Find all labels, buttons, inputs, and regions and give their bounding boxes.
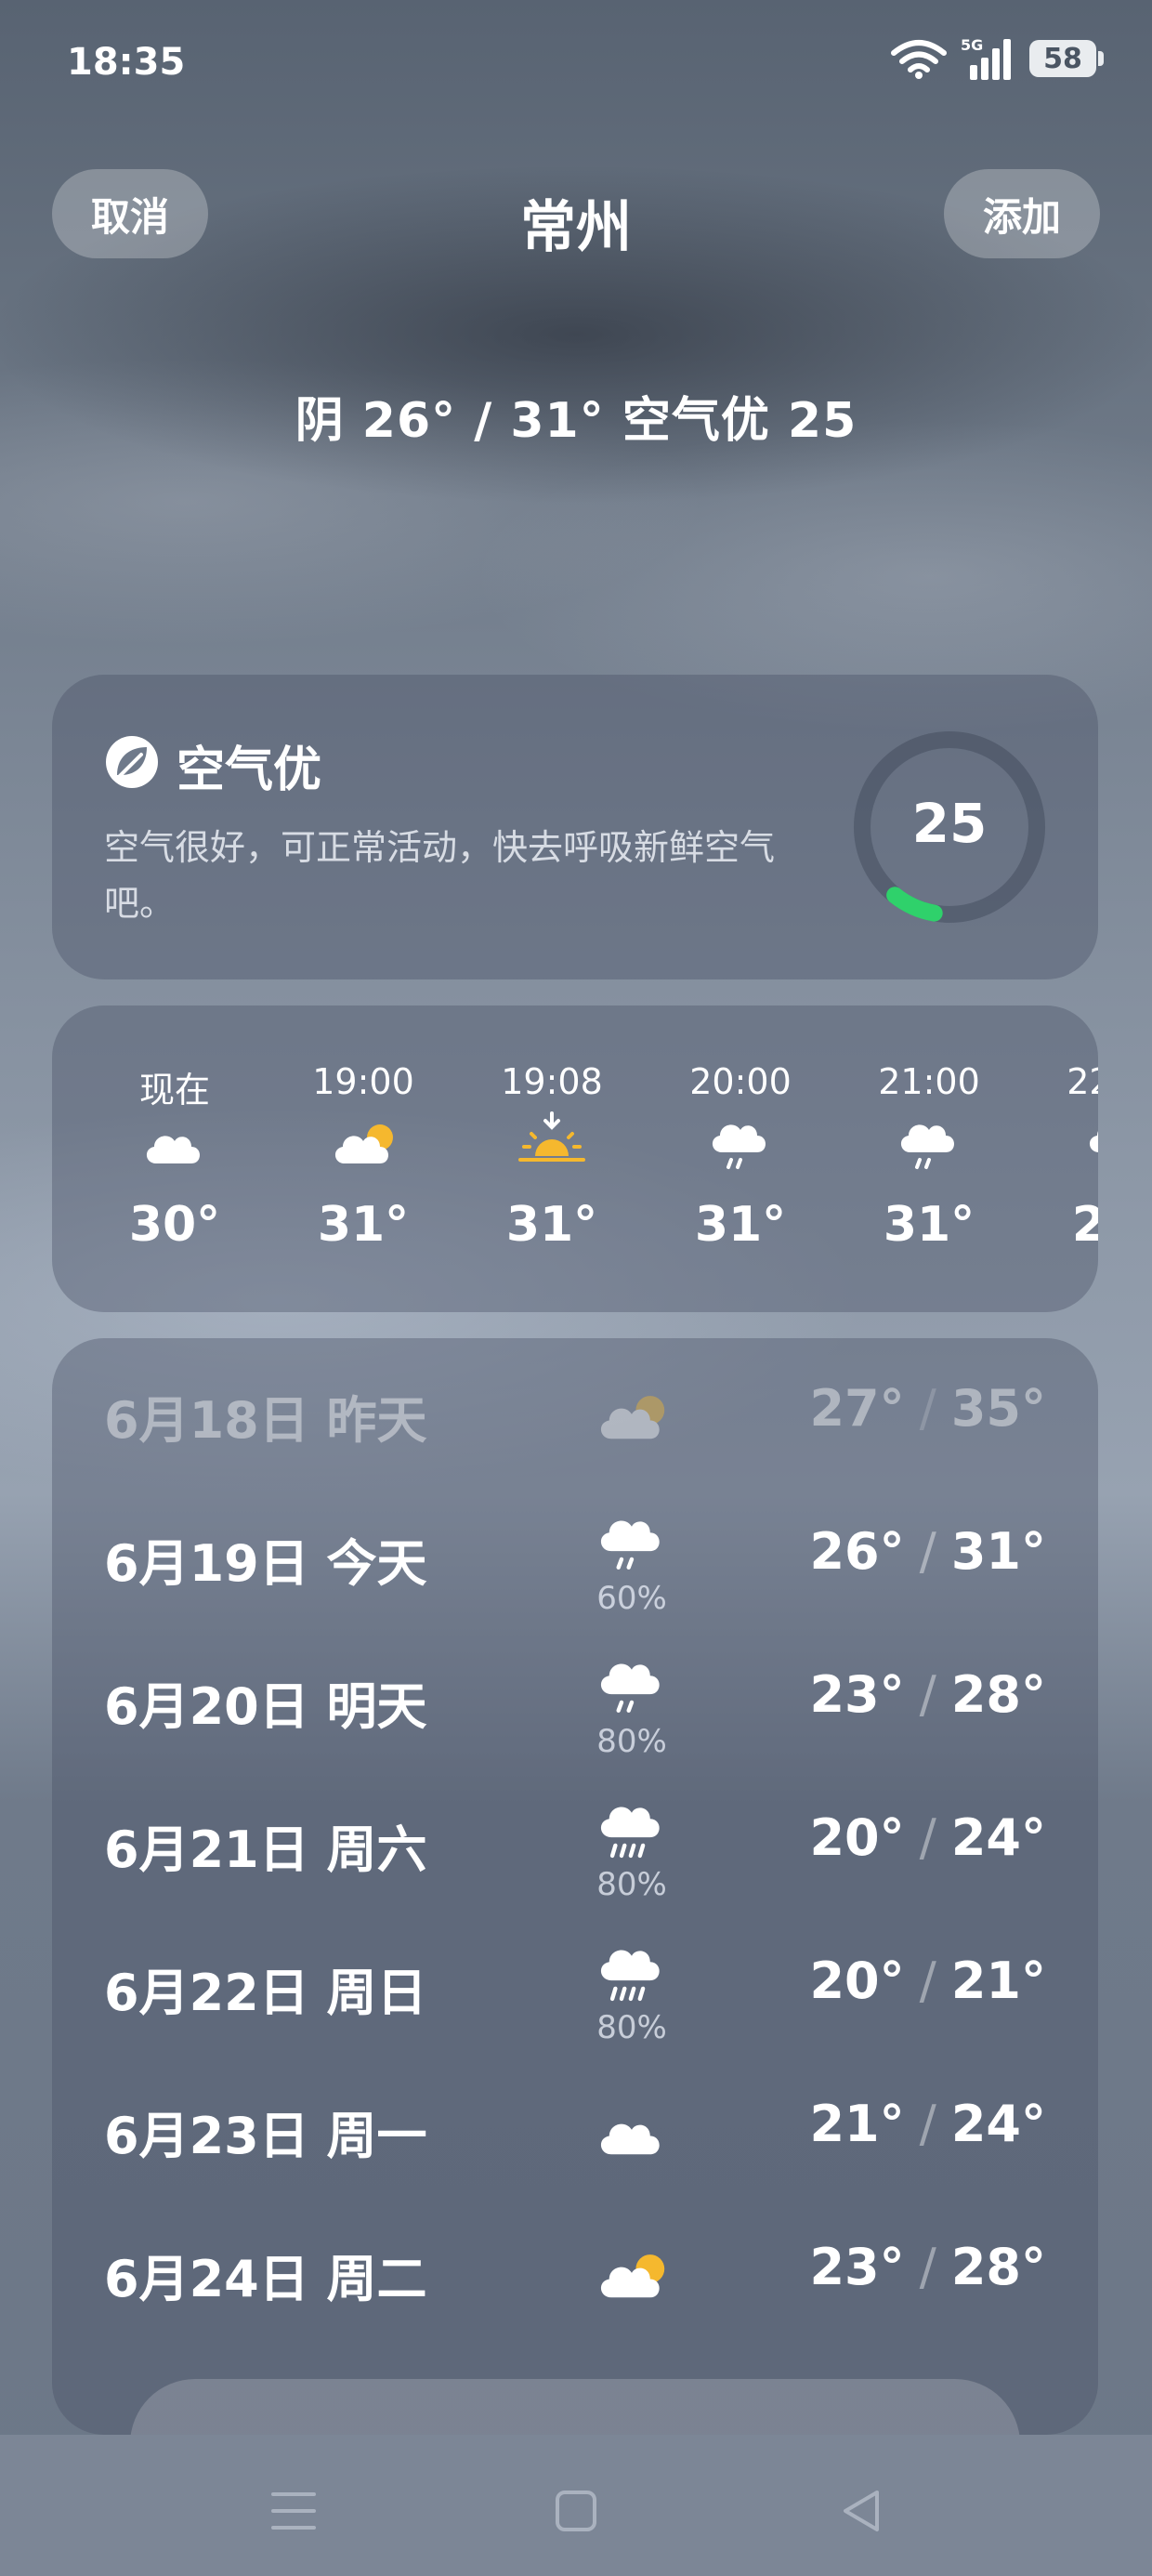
cloudy-icon	[591, 2095, 673, 2167]
hour-time: 21:00	[878, 1061, 980, 1102]
daily-forecast[interactable]: 6月18日 昨天 27°/35° 6月19日 今天 60% 26°/31° 6月20日 明…	[52, 1338, 1098, 2435]
hour-temp: 31°	[317, 1197, 410, 1253]
temp-separator: /	[919, 2238, 936, 2296]
temp-separator: /	[919, 1952, 936, 2010]
low-temp: 21°	[809, 2095, 905, 2153]
daily-row[interactable]: 6月21日 周六 80% 20°/24°	[52, 1773, 1098, 1912]
day-temps: 23°/28°	[809, 2238, 1046, 2296]
menu-icon[interactable]	[266, 2483, 321, 2539]
hour-temp: 31°	[883, 1197, 975, 1253]
status-time: 18:35	[67, 41, 186, 84]
signal-icon: 5G	[961, 37, 1011, 80]
leaf-icon	[106, 736, 158, 788]
cloudy-icon	[137, 1110, 212, 1175]
hour-time: 现在	[138, 1070, 210, 1111]
high-temp: 31°	[950, 1522, 1046, 1581]
hour-time: 20:00	[689, 1061, 792, 1102]
day-date: 6月18日 昨天	[104, 1391, 427, 1450]
hour-time: 19:08	[501, 1061, 603, 1102]
precip-chance: 60%	[596, 1580, 667, 1617]
partly-cloudy-icon	[591, 2238, 673, 2310]
light-rain-icon	[591, 1647, 673, 1719]
low-temp: 27°	[809, 1379, 905, 1438]
day-temps: 23°/28°	[809, 1665, 1046, 1724]
light-rain-icon	[1080, 1110, 1098, 1175]
precip-chance: 80%	[596, 1866, 667, 1903]
low-temp: 26°	[809, 1522, 905, 1581]
light-rain-icon	[892, 1110, 966, 1175]
low-temp: 23°	[809, 2238, 905, 2296]
air-quality-description: 空气很好，可正常活动，快去呼吸新鲜空气吧。	[104, 827, 776, 924]
daily-row[interactable]: 6月24日 周二 23°/28°	[52, 2202, 1098, 2342]
aqi-gauge-fill	[886, 887, 943, 922]
light-rain-icon	[591, 1504, 673, 1576]
low-temp: 20°	[809, 1952, 905, 2010]
air-quality-title: 空气优	[177, 743, 322, 798]
daily-row[interactable]: 6月18日 昨天 27°/35°	[52, 1344, 1098, 1483]
wifi-icon	[891, 40, 947, 79]
hour-temp: 30°	[128, 1197, 221, 1253]
aqi-value: 25	[911, 792, 988, 855]
temp-separator: /	[919, 1665, 936, 1724]
high-temp: 24°	[950, 2095, 1046, 2153]
precip-chance: 80%	[596, 2009, 667, 2046]
battery-level: 58	[1043, 42, 1082, 75]
temp-separator: /	[919, 1808, 936, 1867]
day-date: 6月24日 周二	[104, 2250, 427, 2308]
hour-temp: 31°	[505, 1197, 598, 1253]
battery-icon: 58	[1029, 40, 1104, 77]
daily-row[interactable]: 6月19日 今天 60% 26°/31°	[52, 1487, 1098, 1626]
partly-cloudy-icon	[326, 1110, 400, 1175]
daily-row[interactable]: 6月23日 周一 21°/24°	[52, 2059, 1098, 2199]
high-temp: 35°	[950, 1379, 1046, 1438]
sunset-icon	[515, 1110, 589, 1175]
day-temps: 26°/31°	[809, 1522, 1046, 1581]
precip-chance: 80%	[596, 1723, 667, 1760]
hour-time: 19:00	[312, 1061, 414, 1102]
light-rain-icon	[703, 1110, 778, 1175]
back-icon[interactable]	[834, 2483, 890, 2539]
high-temp: 28°	[950, 1665, 1046, 1724]
day-date: 6月23日 周一	[104, 2107, 427, 2165]
low-temp: 23°	[809, 1665, 905, 1724]
hour-temp: 31°	[694, 1197, 787, 1253]
day-date: 6月22日 周日	[104, 1964, 427, 2022]
daily-row[interactable]: 6月20日 明天 80% 23°/28°	[52, 1630, 1098, 1769]
day-date: 6月21日 周六	[104, 1820, 427, 1879]
hour-temp: 29°	[1071, 1197, 1098, 1253]
more-forecast-button[interactable]	[130, 2379, 1020, 2435]
high-temp: 28°	[950, 2238, 1046, 2296]
day-temps: 27°/35°	[809, 1379, 1046, 1438]
day-temps: 20°/24°	[809, 1808, 1046, 1867]
hourly-forecast[interactable]: 现在 30° 19:00 31° 19:08 31° 20:00 31° 21:00 31° 22:…	[52, 1005, 1098, 1312]
network-type: 5G	[961, 37, 983, 54]
day-date: 6月19日 今天	[104, 1534, 427, 1593]
temp-separator: /	[919, 2095, 936, 2153]
day-temps: 21°/24°	[809, 2095, 1046, 2153]
add-button[interactable]: 添加	[943, 169, 1100, 258]
low-temp: 20°	[809, 1808, 905, 1867]
status-icons: 5G 58	[890, 37, 1104, 80]
weather-summary: 阴 26° / 31° 空气优 25	[295, 393, 857, 449]
daily-row[interactable]: 6月22日 周日 80% 20°/21°	[52, 1916, 1098, 2056]
day-temps: 20°/21°	[809, 1952, 1046, 2010]
partly-cloudy-icon	[591, 1379, 673, 1452]
temp-separator: /	[919, 1522, 936, 1581]
home-icon[interactable]	[548, 2483, 604, 2539]
day-date: 6月20日 明天	[104, 1677, 427, 1736]
moderate-rain-icon	[591, 1790, 673, 1862]
high-temp: 21°	[950, 1952, 1046, 2010]
hour-time: 22:00	[1067, 1061, 1098, 1102]
temp-separator: /	[919, 1379, 936, 1438]
moderate-rain-icon	[591, 1933, 673, 2005]
high-temp: 24°	[950, 1808, 1046, 1867]
